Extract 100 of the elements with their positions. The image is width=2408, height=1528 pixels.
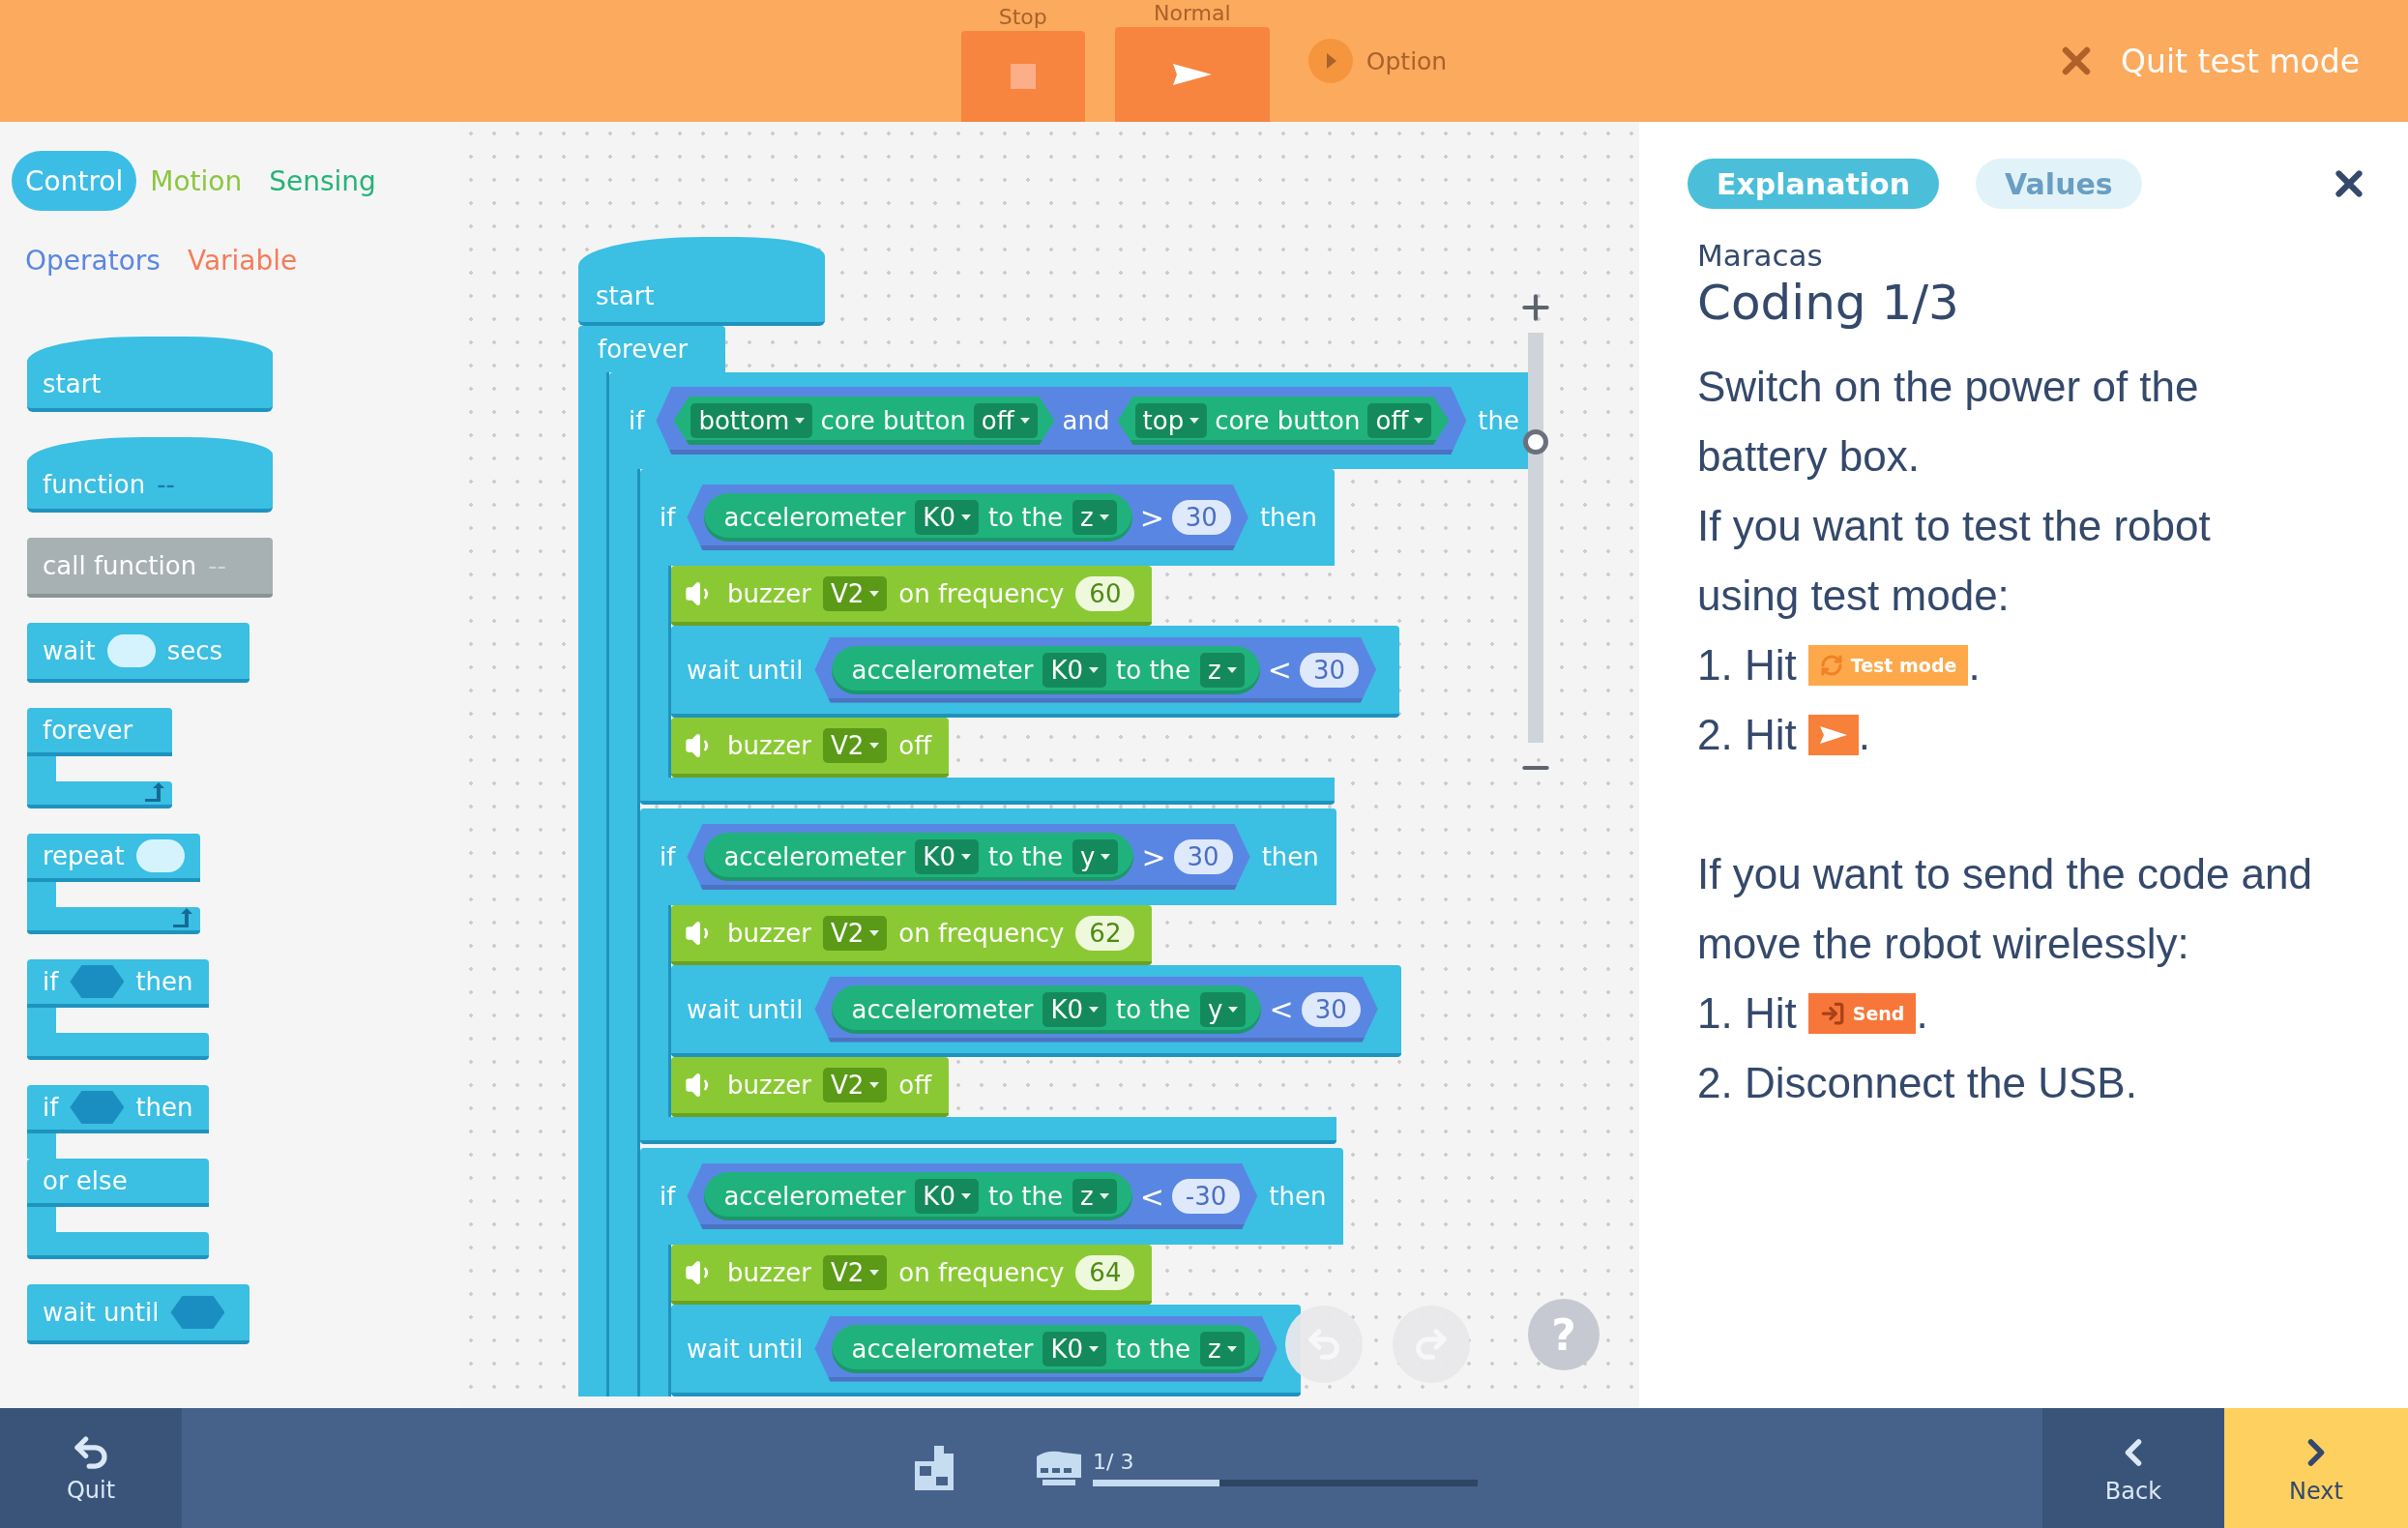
block-label: accelerometer — [851, 994, 1034, 1024]
condition-block[interactable]: accelerometer K0 to the y < 30 — [814, 976, 1378, 1043]
dropdown[interactable]: z — [1072, 1179, 1117, 1214]
placeholder-text: -- — [157, 470, 175, 499]
sensor-block[interactable]: accelerometer K0 to the z — [704, 493, 1132, 542]
period-text: . — [1916, 988, 1928, 1039]
hat-block[interactable]: function -- — [27, 437, 273, 513]
category-tab[interactable]: Operators — [12, 230, 174, 290]
block-label: accelerometer — [723, 1182, 906, 1211]
block-label: if — [660, 503, 676, 532]
block-label: if — [629, 406, 645, 435]
block-label: on frequency — [898, 919, 1065, 948]
number-field[interactable]: 30 — [1299, 652, 1359, 688]
buzzer-block[interactable]: buzzer V2 on frequency 60 — [671, 566, 1153, 626]
block-label: wait until — [687, 994, 804, 1024]
sensor-block[interactable]: accelerometer K0 to the y — [704, 833, 1134, 881]
call-block[interactable]: call function -- — [27, 538, 273, 598]
panel-tab[interactable]: Values — [1976, 159, 2142, 209]
if-block[interactable]: if accelerometer K0 to the y > 30 then — [640, 808, 1336, 905]
dropdown[interactable]: K0 — [915, 1179, 979, 1214]
project-name: Maracas — [1697, 238, 1824, 273]
number-field[interactable]: 62 — [1075, 916, 1135, 951]
block-label: if — [43, 967, 59, 996]
quit-button[interactable]: Quit — [0, 1408, 182, 1528]
block-label: to the — [987, 1182, 1063, 1211]
buzzer-block[interactable]: buzzer V2 on frequency 64 — [671, 1245, 1153, 1305]
sensor-block[interactable]: accelerometer K0 to the z — [832, 645, 1260, 694]
dropdown[interactable]: V2 — [822, 1068, 888, 1102]
category-tab[interactable]: Variable — [173, 230, 311, 290]
dropdown[interactable]: bottom — [690, 403, 813, 438]
block-label: then — [1261, 842, 1319, 871]
buzzer-block[interactable]: buzzer V2 off — [671, 718, 950, 778]
instruction-text: If you want to test the robot using test mode: — [1697, 501, 2212, 621]
wait-until-block[interactable]: wait until accelerometer K0 to the z < 30 — [671, 626, 1399, 718]
category-tab[interactable]: Control — [12, 151, 137, 211]
sensor-block[interactable]: accelerometer K0 to the z — [832, 1324, 1260, 1373]
condition-block[interactable]: accelerometer K0 to the z < 30 — [814, 636, 1376, 703]
back-button[interactable]: Back — [2042, 1408, 2224, 1528]
wait-until-block[interactable]: wait until accelerometer K0 to the y < 30 — [671, 965, 1401, 1057]
condition-block[interactable]: accelerometer K0 to the y > 30 — [687, 824, 1250, 890]
condition-block[interactable]: bottom core button off and top core button off — [656, 387, 1467, 455]
condition-block[interactable]: accelerometer K0 to the z > 30 — [687, 485, 1248, 550]
dropdown[interactable]: V2 — [822, 576, 888, 611]
step-text: 1. Hit — [1697, 640, 1797, 691]
dropdown[interactable]: z — [1072, 500, 1117, 535]
dropdown[interactable]: z — [1200, 652, 1245, 688]
dropdown[interactable]: K0 — [1042, 652, 1107, 688]
block-label: to the — [987, 842, 1063, 871]
dropdown[interactable]: K0 — [915, 500, 979, 535]
sensor-block[interactable]: top core button off — [1117, 397, 1450, 445]
block-label: buzzer — [727, 919, 811, 948]
badge-label: Send — [1852, 1002, 1905, 1026]
block-label: then — [135, 1093, 193, 1122]
sensor-block[interactable]: bottom core button off — [673, 397, 1055, 445]
if-block[interactable]: if accelerometer K0 to the z > 30 then — [640, 469, 1336, 566]
sensor-block[interactable]: accelerometer K0 to the y — [832, 984, 1262, 1034]
number-field[interactable]: 30 — [1171, 500, 1231, 535]
instruction-text: If you want to send the code and move the robot wirelessly: — [1697, 849, 2313, 969]
number-field[interactable]: 60 — [1075, 576, 1135, 611]
sensor-block[interactable]: accelerometer K0 to the z — [704, 1172, 1132, 1220]
dropdown[interactable]: off — [1367, 403, 1432, 438]
block-label: core button — [1215, 406, 1361, 435]
option-button[interactable]: Option — [1307, 39, 1448, 83]
number-field[interactable]: 64 — [1075, 1255, 1135, 1290]
dropdown[interactable]: K0 — [1042, 991, 1107, 1027]
dropdown[interactable]: top — [1134, 403, 1208, 438]
if-block[interactable]: if accelerometer K0 to the z < -30 then — [640, 1148, 1344, 1245]
next-button[interactable]: Next — [2224, 1408, 2408, 1528]
category-tab[interactable]: Sensing — [255, 151, 390, 211]
block-label: if — [660, 842, 676, 871]
block-label: then — [1269, 1182, 1327, 1211]
progress-text: 1/ 3 — [1093, 1450, 1135, 1474]
operator-label: > — [1139, 500, 1164, 535]
block-label: accelerometer — [851, 655, 1034, 685]
block-label: wait — [43, 636, 96, 665]
buzzer-block[interactable]: buzzer V2 on frequency 62 — [671, 905, 1153, 965]
block-label: accelerometer — [851, 1334, 1034, 1364]
badge-label: Test mode — [1850, 654, 1957, 678]
dropdown[interactable]: off — [973, 403, 1038, 438]
dropdown[interactable]: K0 — [1042, 1331, 1107, 1366]
number-field[interactable]: -30 — [1171, 1179, 1241, 1214]
block-label: or else — [43, 1166, 128, 1195]
wait-until-block[interactable]: wait until accelerometer K0 to the z — [671, 1305, 1301, 1396]
condition-block[interactable]: accelerometer K0 to the z < -30 — [687, 1163, 1258, 1229]
dropdown[interactable]: y — [1200, 991, 1247, 1027]
placeholder-text: -- — [208, 551, 226, 580]
block-label: off — [898, 731, 932, 760]
dropdown[interactable]: K0 — [915, 839, 979, 874]
block-label: buzzer — [727, 1071, 811, 1100]
block-label: then — [135, 967, 193, 996]
block-label: to the — [1116, 994, 1191, 1024]
dropdown[interactable]: V2 — [822, 728, 888, 763]
dropdown[interactable]: y — [1072, 839, 1119, 874]
dropdown[interactable]: V2 — [822, 1255, 888, 1290]
buzzer-block[interactable]: buzzer V2 off — [671, 1057, 950, 1117]
condition-block[interactable]: accelerometer K0 to the z — [814, 1315, 1277, 1382]
dropdown[interactable]: V2 — [822, 916, 888, 951]
number-field[interactable]: 30 — [1173, 839, 1233, 874]
number-field[interactable]: 30 — [1301, 991, 1361, 1027]
dropdown[interactable]: z — [1200, 1331, 1245, 1366]
